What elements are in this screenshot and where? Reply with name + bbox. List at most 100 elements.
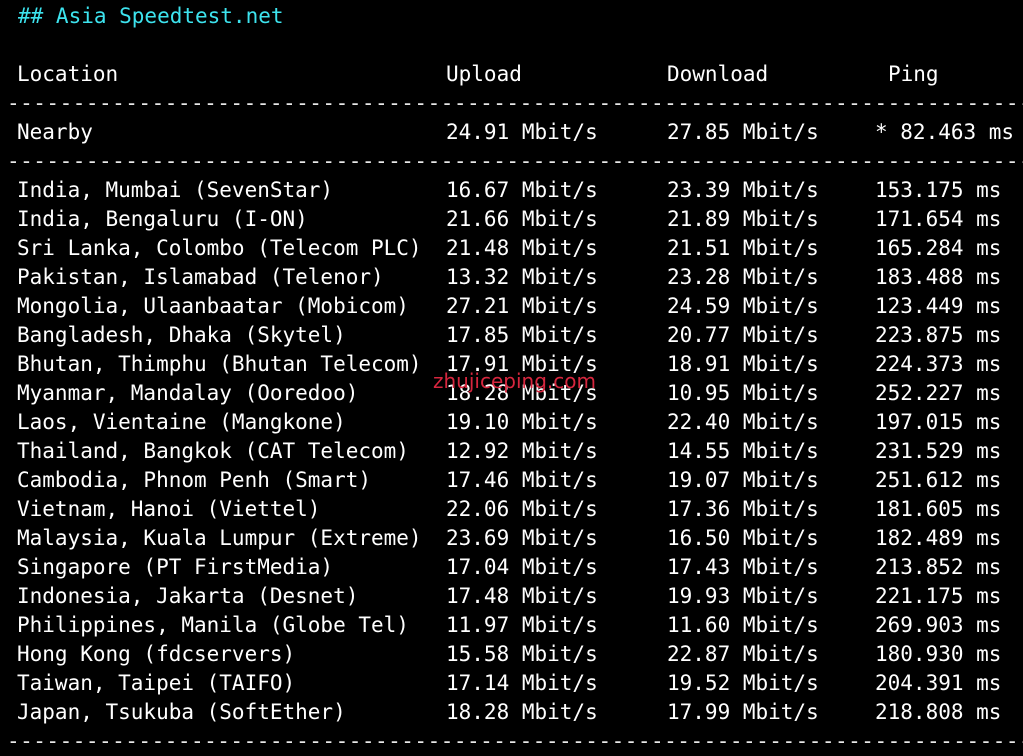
row-upload: 21.66 Mbit/s [446, 207, 598, 231]
nearby-location: Nearby [17, 120, 93, 144]
row-download: 21.51 Mbit/s [667, 236, 819, 260]
watermark-text: zhujiceping.com [433, 369, 596, 393]
table-row: Vietnam, Hanoi (Viettel) 22.06 Mbit/s 17.3… [0, 495, 1023, 524]
row-upload: 17.48 Mbit/s [446, 584, 598, 608]
row-location: Thailand, Bangkok (CAT Telecom) [17, 439, 409, 463]
table-row: Indonesia, Jakarta (Desnet) 17.48 Mbit/s 1… [0, 582, 1023, 611]
row-upload: 12.92 Mbit/s [446, 439, 598, 463]
section-heading: ## Asia Speedtest.net [18, 4, 284, 28]
table-row: Singapore (PT FirstMedia) 17.04 Mbit/s 17.… [0, 553, 1023, 582]
row-upload: 17.85 Mbit/s [446, 323, 598, 347]
row-upload: 21.48 Mbit/s [446, 236, 598, 260]
separator-line: ----------------------------------------… [7, 91, 1023, 115]
table-row: India, Bengaluru (I-ON) 21.66 Mbit/s 21.89… [0, 205, 1023, 234]
row-upload: 16.67 Mbit/s [446, 178, 598, 202]
row-download: 21.89 Mbit/s [667, 207, 819, 231]
row-upload: 11.97 Mbit/s [446, 613, 598, 637]
row-download: 22.40 Mbit/s [667, 410, 819, 434]
row-location: Singapore (PT FirstMedia) [17, 555, 334, 579]
nearby-ping: * 82.463 ms [875, 120, 1015, 144]
separator-line: ----------------------------------------… [7, 149, 1023, 173]
row-upload: 17.14 Mbit/s [446, 671, 598, 695]
row-download: 23.39 Mbit/s [667, 178, 819, 202]
row-ping: 171.654 ms [875, 207, 1002, 231]
table-header-row: Location Upload Download Ping [0, 60, 1023, 89]
row-location: Japan, Tsukuba (SoftEther) [17, 700, 346, 724]
row-download: 22.87 Mbit/s [667, 642, 819, 666]
row-ping: 269.903 ms [875, 613, 1002, 637]
row-ping: 231.529 ms [875, 439, 1002, 463]
table-row: Japan, Tsukuba (SoftEther) 18.28 Mbit/s 17… [0, 698, 1023, 727]
row-ping: 197.015 ms [875, 410, 1002, 434]
row-download: 19.07 Mbit/s [667, 468, 819, 492]
row-ping: 223.875 ms [875, 323, 1002, 347]
row-location: Bhutan, Thimphu (Bhutan Telecom) [17, 352, 422, 376]
row-ping: 123.449 ms [875, 294, 1002, 318]
separator-line: ----------------------------------------… [7, 729, 1023, 753]
row-upload: 17.04 Mbit/s [446, 555, 598, 579]
row-download: 19.93 Mbit/s [667, 584, 819, 608]
row-upload: 15.58 Mbit/s [446, 642, 598, 666]
row-download: 18.91 Mbit/s [667, 352, 819, 376]
terminal-window: ## Asia Speedtest.net Location Upload Do… [0, 0, 1023, 753]
table-row: Mongolia, Ulaanbaatar (Mobicom) 27.21 Mbi… [0, 292, 1023, 321]
row-upload: 17.46 Mbit/s [446, 468, 598, 492]
row-upload: 27.21 Mbit/s [446, 294, 598, 318]
row-download: 20.77 Mbit/s [667, 323, 819, 347]
row-ping: 204.391 ms [875, 671, 1002, 695]
row-location: Malaysia, Kuala Lumpur (Extreme) [17, 526, 422, 550]
header-download: Download [667, 62, 769, 86]
row-location: India, Bengaluru (I-ON) [17, 207, 308, 231]
nearby-upload: 24.91 Mbit/s [446, 120, 598, 144]
row-download: 17.99 Mbit/s [667, 700, 819, 724]
row-download: 17.43 Mbit/s [667, 555, 819, 579]
table-row: India, Mumbai (SevenStar) 16.67 Mbit/s 23.… [0, 176, 1023, 205]
row-location: Myanmar, Mandalay (Ooredoo) [17, 381, 359, 405]
row-download: 17.36 Mbit/s [667, 497, 819, 521]
row-upload: 22.06 Mbit/s [446, 497, 598, 521]
row-location: Laos, Vientaine (Mangkone) [17, 410, 346, 434]
row-location: Mongolia, Ulaanbaatar (Mobicom) [17, 294, 409, 318]
row-ping: 251.612 ms [875, 468, 1002, 492]
table-row: Malaysia, Kuala Lumpur (Extreme) 23.69 Mb… [0, 524, 1023, 553]
row-ping: 252.227 ms [875, 381, 1002, 405]
row-location: Bangladesh, Dhaka (Skytel) [17, 323, 346, 347]
row-download: 16.50 Mbit/s [667, 526, 819, 550]
row-ping: 224.373 ms [875, 352, 1002, 376]
table-row: Thailand, Bangkok (CAT Telecom) 12.92 Mbi… [0, 437, 1023, 466]
table-row: Hong Kong (fdcservers) 15.58 Mbit/s 22.87 … [0, 640, 1023, 669]
row-ping: 181.605 ms [875, 497, 1002, 521]
table-row: Sri Lanka, Colombo (Telecom PLC) 21.48 Mb… [0, 234, 1023, 263]
row-location: Taiwan, Taipei (TAIFO) [17, 671, 296, 695]
row-location: Pakistan, Islamabad (Telenor) [17, 265, 384, 289]
row-download: 14.55 Mbit/s [667, 439, 819, 463]
row-download: 23.28 Mbit/s [667, 265, 819, 289]
row-download: 11.60 Mbit/s [667, 613, 819, 637]
row-location: Cambodia, Phnom Penh (Smart) [17, 468, 372, 492]
header-ping: Ping [888, 62, 939, 86]
row-ping: 221.175 ms [875, 584, 1002, 608]
row-location: Indonesia, Jakarta (Desnet) [17, 584, 359, 608]
row-ping: 153.175 ms [875, 178, 1002, 202]
row-location: Vietnam, Hanoi (Viettel) [17, 497, 321, 521]
row-location: Sri Lanka, Colombo (Telecom PLC) [17, 236, 422, 260]
row-ping: 218.808 ms [875, 700, 1002, 724]
nearby-download: 27.85 Mbit/s [667, 120, 819, 144]
table-row: Laos, Vientaine (Mangkone) 19.10 Mbit/s 22… [0, 408, 1023, 437]
nearby-row: Nearby 24.91 Mbit/s 27.85 Mbit/s * 82.46… [0, 118, 1023, 147]
row-location: Hong Kong (fdcservers) [17, 642, 296, 666]
table-row: Bangladesh, Dhaka (Skytel) 17.85 Mbit/s 20… [0, 321, 1023, 350]
table-row: Pakistan, Islamabad (Telenor) 13.32 Mbit/… [0, 263, 1023, 292]
table-row: Cambodia, Phnom Penh (Smart) 17.46 Mbit/s… [0, 466, 1023, 495]
row-ping: 182.489 ms [875, 526, 1002, 550]
table-row: Taiwan, Taipei (TAIFO) 17.14 Mbit/s 19.52 … [0, 669, 1023, 698]
header-location: Location [17, 62, 119, 86]
row-ping: 180.930 ms [875, 642, 1002, 666]
row-upload: 19.10 Mbit/s [446, 410, 598, 434]
row-location: India, Mumbai (SevenStar) [17, 178, 334, 202]
row-upload: 13.32 Mbit/s [446, 265, 598, 289]
row-upload: 23.69 Mbit/s [446, 526, 598, 550]
row-ping: 165.284 ms [875, 236, 1002, 260]
row-ping: 213.852 ms [875, 555, 1002, 579]
row-download: 24.59 Mbit/s [667, 294, 819, 318]
